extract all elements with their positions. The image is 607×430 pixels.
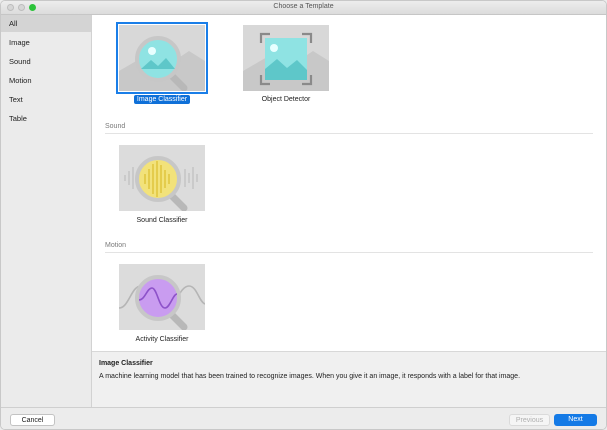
template-image-classifier[interactable]: Image Classifier [113, 22, 209, 117]
sidebar-item-motion[interactable]: Motion [1, 72, 91, 89]
template-object-detector[interactable]: Object Detector [237, 25, 333, 117]
object-detector-label[interactable]: Object Detector [237, 96, 335, 103]
description-text: A machine learning model that has been t… [99, 373, 521, 380]
sidebar-item-all[interactable]: All [1, 15, 91, 32]
image-classifier-icon [119, 25, 205, 92]
window-title: Choose a Template [273, 3, 334, 10]
sidebar-item-sound[interactable]: Sound [1, 53, 91, 70]
sidebar-item-image[interactable]: Image [1, 34, 91, 51]
template-sound-classifier[interactable]: Sound Classifier [113, 145, 209, 237]
image-classifier-label[interactable]: Image Classifier [134, 95, 190, 104]
sound-classifier-thumbnail[interactable] [119, 145, 205, 212]
sidebar-item-table[interactable]: Table [1, 110, 91, 127]
section-header-motion: Motion [105, 242, 127, 249]
title-bar: Choose a Template [1, 1, 606, 15]
sound-classifier-icon [119, 145, 205, 212]
template-description-panel: Image Classifier A machine learning mode… [92, 351, 606, 408]
cancel-button[interactable]: Cancel [10, 414, 55, 426]
template-activity-classifier[interactable]: Activity Classifier [113, 264, 209, 356]
section-divider-motion [105, 252, 593, 253]
activity-classifier-icon [118, 264, 206, 331]
sidebar-item-text[interactable]: Text [1, 91, 91, 108]
object-detector-thumbnail[interactable] [243, 25, 329, 91]
object-detector-icon [243, 25, 329, 91]
category-sidebar: All Image Sound Motion Text Table [1, 15, 92, 407]
section-header-sound: Sound [105, 123, 126, 130]
next-button[interactable]: Next [554, 414, 597, 426]
section-divider-sound [105, 133, 593, 134]
image-classifier-thumbnail[interactable] [116, 22, 208, 94]
template-gallery: Image Classifier Object Detector Sound S… [92, 15, 606, 351]
activity-classifier-label[interactable]: Activity Classifier [113, 336, 211, 343]
sound-classifier-label[interactable]: Sound Classifier [113, 217, 211, 224]
previous-button[interactable]: Previous [509, 414, 550, 426]
dialog-footer: Cancel Previous Next [1, 407, 606, 429]
template-chooser-window: Choose a Template All Image Sound Motion… [0, 0, 607, 430]
activity-classifier-thumbnail[interactable] [118, 264, 206, 331]
description-title: Image Classifier [99, 360, 153, 367]
